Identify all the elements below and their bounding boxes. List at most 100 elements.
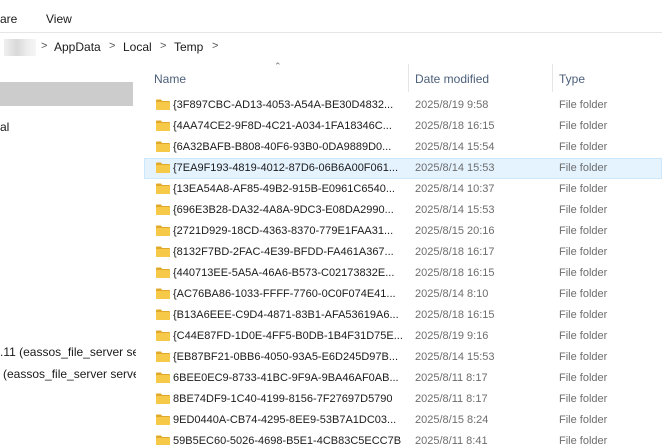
file-name: {7EA9F193-4819-4012-87D6-06B6A00F061... xyxy=(173,162,399,174)
folder-icon xyxy=(156,183,170,194)
file-name: 59B5EC60-5026-4698-B5E1-4CB83C5ECC7B xyxy=(173,435,402,445)
file-type: File folder xyxy=(559,372,608,384)
file-name: 6BEE0EC9-8733-41BC-9F9A-9BA46AF0AB... xyxy=(173,372,399,384)
file-date-modified: 2025/8/18 16:17 xyxy=(415,246,495,258)
file-type: File folder xyxy=(559,225,608,237)
table-row[interactable]: {696E3B28-DA32-4A8A-9DC3-E08DA2990... 202… xyxy=(144,200,662,221)
column-name[interactable]: Name xyxy=(154,72,186,86)
file-type: File folder xyxy=(559,204,608,216)
file-list: ⌃ Name Date modified Type {3F897CBC-AD13… xyxy=(144,62,662,445)
table-row[interactable]: {AC76BA86-1033-FFFF-7760-0C0F074E41... 20… xyxy=(144,284,662,305)
table-row[interactable]: {EB87BF21-0BB6-4050-93A5-E6D245D97B... 20… xyxy=(144,347,662,368)
nav-item-network-drive-2[interactable]: (eassos_file_server server xyxy=(3,367,136,381)
column-type[interactable]: Type xyxy=(559,72,585,86)
file-name: {13EA54A8-AF85-49B2-915B-E0961C6540... xyxy=(173,183,395,195)
folder-icon xyxy=(156,267,170,278)
table-row[interactable]: 9ED0440A-CB74-4295-8EE9-53B7A1DC03... 202… xyxy=(144,410,662,431)
file-type: File folder xyxy=(559,162,608,174)
tab-share[interactable]: are xyxy=(0,12,17,26)
file-name: {B13A6EEE-C9D4-4871-83B1-AFA53619A6... xyxy=(173,309,399,321)
file-name: {2721D929-18CD-4363-8370-779E1FAA31... xyxy=(173,225,394,237)
file-name: {C44E87FD-1D0E-4FF5-B0DB-1B4F31D75E... xyxy=(173,330,403,342)
file-type: File folder xyxy=(559,141,608,153)
address-blurred-segment xyxy=(4,39,36,56)
folder-icon xyxy=(156,309,170,320)
folder-icon xyxy=(156,330,170,341)
nav-scrollbar[interactable] xyxy=(136,62,144,445)
file-date-modified: 2025/8/14 8:10 xyxy=(415,288,489,300)
file-date-modified: 2025/8/19 9:58 xyxy=(415,99,489,111)
file-type: File folder xyxy=(559,183,608,195)
file-date-modified: 2025/8/14 15:53 xyxy=(415,162,495,174)
file-type: File folder xyxy=(559,351,608,363)
folder-icon xyxy=(156,225,170,236)
folder-icon xyxy=(156,288,170,299)
file-date-modified: 2025/8/18 16:15 xyxy=(415,120,495,132)
breadcrumb-appdata[interactable]: AppData xyxy=(54,40,101,54)
nav-item-network-drive-1[interactable]: .11 (eassos_file_server serv xyxy=(0,345,136,359)
folder-icon xyxy=(156,204,170,215)
table-row[interactable]: {8132F7BD-2FAC-4E39-BFDD-FA461A367... 202… xyxy=(144,242,662,263)
chevron-right-icon: > xyxy=(160,40,167,52)
folder-icon xyxy=(156,435,170,445)
breadcrumb-local[interactable]: Local xyxy=(123,40,152,54)
table-row[interactable]: {C44E87FD-1D0E-4FF5-B0DB-1B4F31D75E... 20… xyxy=(144,326,662,347)
file-date-modified: 2025/8/15 20:16 xyxy=(415,225,495,237)
folder-icon xyxy=(156,372,170,383)
file-date-modified: 2025/8/11 8:17 xyxy=(415,393,488,405)
file-date-modified: 2025/8/18 16:15 xyxy=(415,309,495,321)
file-name: 9ED0440A-CB74-4295-8EE9-53B7A1DC03... xyxy=(173,414,397,426)
chevron-right-icon: > xyxy=(109,40,116,52)
file-date-modified: 2025/8/14 15:53 xyxy=(415,351,495,363)
file-type: File folder xyxy=(559,414,608,426)
nav-item-local[interactable]: al xyxy=(0,120,9,134)
table-row[interactable]: {7EA9F193-4819-4012-87D6-06B6A00F061... 2… xyxy=(144,158,662,179)
tab-view[interactable]: View xyxy=(46,12,72,26)
table-row[interactable]: {6A32BAFB-B808-40F6-93B0-0DA9889D0... 202… xyxy=(144,137,662,158)
nav-item-selected[interactable] xyxy=(0,82,133,106)
file-name: {AC76BA86-1033-FFFF-7760-0C0F074E41... xyxy=(173,288,396,300)
file-date-modified: 2025/8/19 9:16 xyxy=(415,330,489,342)
file-name: {4AA74CE2-9F8D-4C21-A034-1FA18346C... xyxy=(173,120,392,132)
file-date-modified: 2025/8/14 15:53 xyxy=(415,204,495,216)
folder-icon xyxy=(156,351,170,362)
file-name: {8132F7BD-2FAC-4E39-BFDD-FA461A367... xyxy=(173,246,394,258)
chevron-right-icon: > xyxy=(212,40,219,52)
file-name: {440713EE-5A5A-46A6-B573-C02173832E... xyxy=(173,267,395,279)
folder-icon xyxy=(156,246,170,257)
column-divider[interactable] xyxy=(408,64,409,92)
chevron-right-icon: > xyxy=(41,40,48,52)
table-row[interactable]: {2721D929-18CD-4363-8370-779E1FAA31... 20… xyxy=(144,221,662,242)
file-type: File folder xyxy=(559,330,608,342)
folder-icon xyxy=(156,141,170,152)
breadcrumb-temp[interactable]: Temp xyxy=(174,40,203,54)
table-row[interactable]: {13EA54A8-AF85-49B2-915B-E0961C6540... 20… xyxy=(144,179,662,200)
folder-icon xyxy=(156,99,170,110)
file-type: File folder xyxy=(559,99,608,111)
file-date-modified: 2025/8/18 16:15 xyxy=(415,267,495,279)
file-name: {696E3B28-DA32-4A8A-9DC3-E08DA2990... xyxy=(173,204,394,216)
navigation-pane: al .11 (eassos_file_server serv (eassos_… xyxy=(0,62,136,445)
table-row[interactable]: {440713EE-5A5A-46A6-B573-C02173832E... 20… xyxy=(144,263,662,284)
column-date-modified[interactable]: Date modified xyxy=(415,72,489,86)
table-row[interactable]: {4AA74CE2-9F8D-4C21-A034-1FA18346C... 202… xyxy=(144,116,662,137)
file-name: {6A32BAFB-B808-40F6-93B0-0DA9889D0... xyxy=(173,141,392,153)
sort-up-icon: ⌃ xyxy=(274,62,282,71)
file-type: File folder xyxy=(559,288,608,300)
column-header: ⌃ Name Date modified Type xyxy=(144,62,662,94)
file-type: File folder xyxy=(559,246,608,258)
table-row[interactable]: 6BEE0EC9-8733-41BC-9F9A-9BA46AF0AB... 202… xyxy=(144,368,662,389)
table-row[interactable]: 8BE74DF9-1C40-4199-8156-7F27697D5790 2025… xyxy=(144,389,662,410)
file-type: File folder xyxy=(559,267,608,279)
column-divider[interactable] xyxy=(552,64,553,92)
file-date-modified: 2025/8/11 8:17 xyxy=(415,372,488,384)
table-row[interactable]: {3F897CBC-AD13-4053-A54A-BE30D4832... 202… xyxy=(144,95,662,116)
file-date-modified: 2025/8/15 8:24 xyxy=(415,414,489,426)
table-row[interactable]: 59B5EC60-5026-4698-B5E1-4CB83C5ECC7B 2025… xyxy=(144,431,662,445)
file-type: File folder xyxy=(559,393,608,405)
file-date-modified: 2025/8/14 10:37 xyxy=(415,183,495,195)
folder-icon xyxy=(156,162,170,173)
table-row[interactable]: {B13A6EEE-C9D4-4871-83B1-AFA53619A6... 20… xyxy=(144,305,662,326)
address-bar[interactable]: > AppData > Local > Temp > xyxy=(0,33,662,61)
file-type: File folder xyxy=(559,309,608,321)
